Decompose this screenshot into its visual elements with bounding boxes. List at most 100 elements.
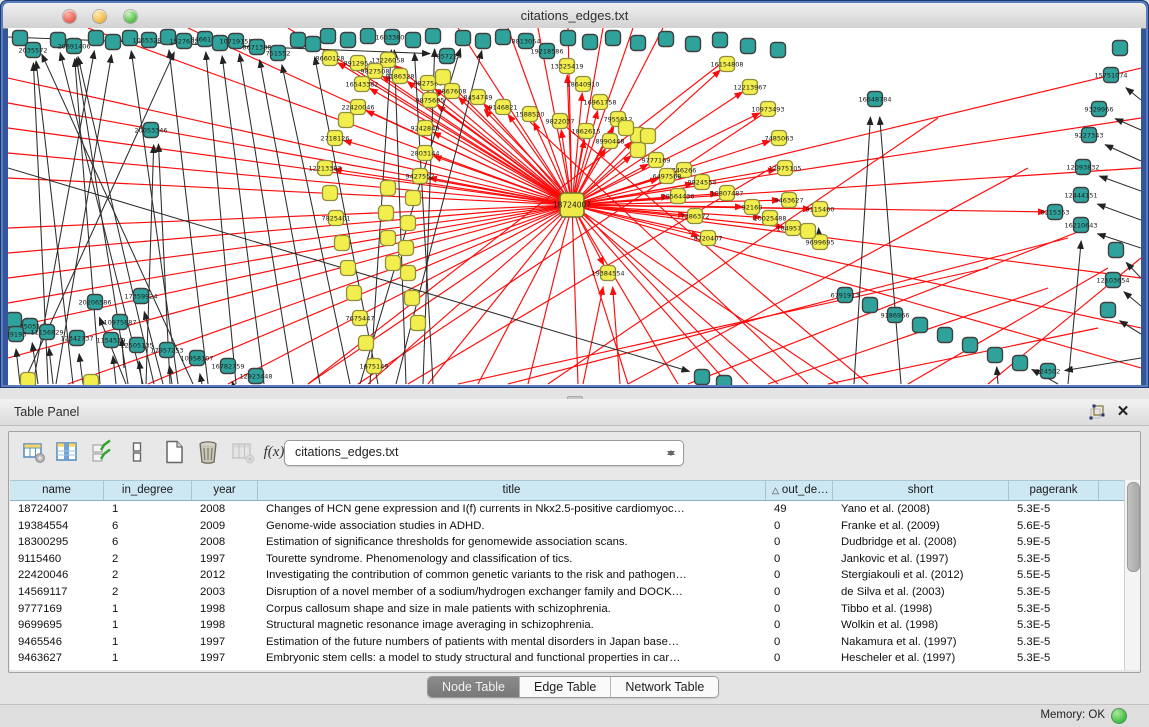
table-cell[interactable]: Investigating the contribution of common… (258, 567, 766, 584)
graph-node[interactable] (335, 236, 350, 251)
table-cell[interactable]: 5.3E-5 (1009, 601, 1099, 618)
table-cell[interactable]: 6 (104, 534, 192, 551)
table-cell[interactable]: 0 (766, 518, 833, 535)
table-cell[interactable]: Estimation of the future numbers of pati… (258, 634, 766, 651)
table-cell[interactable]: 2008 (192, 534, 258, 551)
table-cell[interactable]: Disruption of a novel member of a sodium… (258, 584, 766, 601)
graph-node[interactable] (347, 286, 362, 301)
table-cell[interactable]: Tibbo et al. (1998) (833, 601, 1009, 618)
table-cell[interactable]: 1998 (192, 601, 258, 618)
graph-node[interactable] (606, 31, 621, 46)
graph-node[interactable] (291, 33, 306, 48)
table-row[interactable]: 969969511998Structural magnetic resonanc… (10, 617, 1138, 634)
graph-node[interactable] (379, 206, 394, 221)
graph-edge[interactable] (1124, 292, 1141, 306)
graph-node[interactable] (583, 35, 598, 50)
table-cell[interactable]: 0 (766, 634, 833, 651)
float-panel-icon[interactable] (1089, 404, 1105, 420)
table-cell[interactable]: 1 (104, 650, 192, 667)
graph-edge[interactable] (1099, 176, 1141, 191)
table-row[interactable]: 1830029562008Estimation of significance … (10, 534, 1138, 551)
table-cell[interactable]: 5.3E-5 (1009, 634, 1099, 651)
table-cell[interactable]: Wolkin et al. (1998) (833, 617, 1009, 634)
table-cell[interactable]: Dudbridge et al. (2008) (833, 534, 1009, 551)
network-canvas[interactable]: 2035572206914061065328715276028466160107… (8, 28, 1141, 385)
graph-node[interactable] (381, 181, 396, 196)
graph-node[interactable] (771, 43, 786, 58)
graph-edge[interactable] (997, 367, 998, 384)
table-cell[interactable]: 0 (766, 650, 833, 667)
graph-node[interactable] (1113, 41, 1128, 56)
graph-node[interactable] (686, 37, 701, 52)
table-cell[interactable]: Corpus callosum shape and size in male p… (258, 601, 766, 618)
graph-node[interactable] (1013, 356, 1028, 371)
graph-node[interactable] (341, 33, 356, 48)
graph-node[interactable] (361, 29, 376, 44)
table-cell[interactable]: 5.3E-5 (1009, 650, 1099, 667)
table-cell[interactable]: Yano et al. (2008) (833, 501, 1009, 518)
graph-edge[interactable] (583, 287, 603, 384)
graph-node[interactable] (913, 318, 928, 333)
graph-node[interactable] (405, 291, 420, 306)
graph-node[interactable] (411, 316, 426, 331)
graph-edge[interactable] (8, 205, 572, 253)
graph-node[interactable] (436, 70, 451, 85)
tab-network-table[interactable]: Network Table (611, 677, 718, 697)
table-row[interactable]: 977716911998Corpus callosum shape and si… (10, 601, 1138, 618)
table-cell[interactable]: 1998 (192, 617, 258, 634)
table-cell[interactable]: 9699695 (10, 617, 104, 634)
table-cell[interactable]: Stergiakouli et al. (2012) (833, 567, 1009, 584)
table-cell[interactable]: 22420046 (10, 567, 104, 584)
table-cell[interactable]: 5.3E-5 (1009, 584, 1099, 601)
graph-node[interactable] (359, 336, 374, 351)
graph-node[interactable] (386, 256, 401, 271)
graph-edge[interactable] (206, 52, 236, 384)
delete-trash-button[interactable] (195, 439, 221, 465)
graph-edge[interactable] (564, 125, 868, 384)
table-row[interactable]: 946362711997Embryonic stem cells: a mode… (10, 650, 1138, 667)
graph-edge[interactable] (508, 238, 1068, 384)
graph-node[interactable] (21, 373, 36, 386)
table-cell[interactable]: Franke et al. (2009) (833, 518, 1009, 535)
table-cell[interactable]: 2009 (192, 518, 258, 535)
graph-edge[interactable] (854, 117, 870, 384)
column-header-name[interactable]: name (10, 481, 104, 500)
graph-edge[interactable] (200, 374, 202, 384)
graph-node[interactable] (631, 143, 646, 158)
tab-node-table[interactable]: Node Table (428, 677, 520, 697)
column-header-out_de[interactable]: △out_de… (766, 481, 833, 500)
graph-edge[interactable] (828, 328, 1098, 384)
table-cell[interactable]: 5.3E-5 (1009, 551, 1099, 568)
column-button[interactable] (124, 439, 150, 465)
new-document-button[interactable] (161, 439, 187, 465)
graph-node[interactable] (561, 31, 576, 46)
column-header-in_degree[interactable]: in_degree (104, 481, 192, 500)
table-cell[interactable]: 1 (104, 634, 192, 651)
table-cell[interactable]: 9777169 (10, 601, 104, 618)
graph-node[interactable] (619, 121, 634, 136)
graph-node[interactable] (695, 370, 710, 385)
table-cell[interactable]: 5.3E-5 (1009, 501, 1099, 518)
table-cell[interactable]: 49 (766, 501, 833, 518)
graph-node[interactable] (1101, 303, 1116, 318)
graph-edge[interactable] (548, 118, 938, 384)
graph-node[interactable] (401, 266, 416, 281)
graph-node[interactable] (426, 29, 441, 44)
graph-node[interactable] (323, 186, 338, 201)
graph-node[interactable] (988, 348, 1003, 363)
graph-edge[interactable] (370, 88, 572, 205)
scrollbar-thumb[interactable] (1127, 482, 1140, 572)
table-cell[interactable]: 18724007 (10, 501, 104, 518)
graph-node[interactable] (406, 191, 421, 206)
table-cell[interactable]: 14569117 (10, 584, 104, 601)
graph-edge[interactable] (1126, 88, 1141, 100)
graph-node[interactable] (401, 216, 416, 231)
table-row[interactable]: 946554611997Estimation of the future num… (10, 634, 1138, 651)
graph-edge[interactable] (880, 117, 901, 384)
graph-node[interactable] (339, 113, 354, 128)
table-cell[interactable]: 1 (104, 601, 192, 618)
graph-edge[interactable] (365, 68, 572, 205)
graph-edge[interactable] (49, 348, 53, 384)
table-row[interactable]: 1456911722003Disruption of a novel membe… (10, 584, 1138, 601)
table-cell[interactable]: 0 (766, 617, 833, 634)
